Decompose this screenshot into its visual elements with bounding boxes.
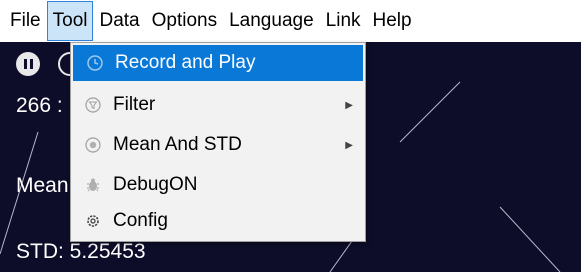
- menu-file[interactable]: File: [0, 1, 47, 41]
- pause-icon[interactable]: [16, 52, 40, 76]
- menu-item-filter[interactable]: Filter ▶: [71, 87, 365, 123]
- gear-icon: [83, 211, 103, 231]
- submenu-arrow-icon: ▶: [345, 139, 353, 151]
- clock-icon: [85, 53, 105, 73]
- menu-item-debugon[interactable]: DebugON: [71, 167, 365, 203]
- std-readout: STD: 5.25453: [16, 240, 146, 263]
- menu-link[interactable]: Link: [320, 1, 367, 41]
- menu-bar: File Tool Data Options Language Link Hel…: [0, 0, 581, 42]
- bug-icon: [83, 175, 103, 195]
- tool-menu-dropdown: Record and Play Filter ▶ Mean And STD ▶ …: [70, 42, 366, 242]
- mean-icon: [83, 135, 103, 155]
- menu-item-config[interactable]: Config: [71, 203, 365, 239]
- filter-icon: [83, 95, 103, 115]
- menu-language[interactable]: Language: [223, 1, 320, 41]
- menu-item-record-and-play[interactable]: Record and Play: [73, 45, 363, 81]
- menu-tool[interactable]: Tool: [46, 1, 94, 41]
- menu-data[interactable]: Data: [93, 1, 145, 41]
- mean-readout: Mean: [16, 174, 69, 197]
- menu-options[interactable]: Options: [146, 1, 223, 41]
- menu-help[interactable]: Help: [367, 1, 418, 41]
- value-readout: 266 :: [16, 94, 63, 117]
- menu-item-mean-and-std[interactable]: Mean And STD ▶: [71, 127, 365, 163]
- submenu-arrow-icon: ▶: [345, 99, 353, 111]
